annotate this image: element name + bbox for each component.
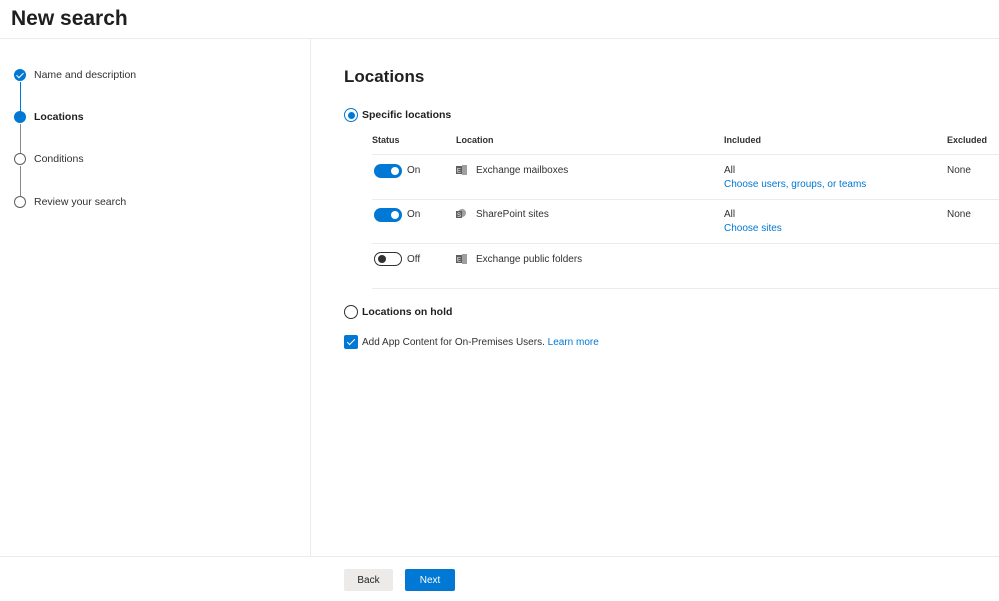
sidebar-divider: [310, 39, 311, 557]
row-divider: [372, 199, 999, 200]
back-button[interactable]: Back: [344, 569, 393, 591]
section-title: Locations: [344, 67, 425, 86]
next-button[interactable]: Next: [405, 569, 455, 591]
exchange-icon: E: [456, 165, 467, 175]
location-name: Exchange mailboxes: [476, 165, 569, 176]
radio-unchecked-icon[interactable]: [344, 305, 358, 319]
svg-text:E: E: [457, 258, 461, 264]
header-divider: [0, 38, 999, 39]
row-divider: [372, 288, 999, 289]
status-toggle[interactable]: [374, 208, 402, 222]
learn-more-link[interactable]: Learn more: [548, 337, 599, 348]
column-header-location: Location: [456, 135, 494, 145]
row-divider: [372, 243, 999, 244]
page-title: New search: [11, 7, 128, 30]
step-connector: [19, 124, 21, 154]
checkbox-label: Add App Content for On-Premises Users. L…: [362, 337, 599, 348]
radio-label: Specific locations: [362, 109, 452, 121]
location-name: SharePoint sites: [476, 209, 549, 220]
column-header-excluded: Excluded: [947, 135, 988, 145]
step-conditions[interactable]: Conditions: [14, 152, 84, 166]
step-pending-icon: [14, 153, 26, 165]
specific-locations-option[interactable]: Specific locations: [344, 108, 451, 122]
status-toggle[interactable]: [374, 252, 402, 266]
row-divider: [372, 154, 999, 155]
choose-sites-link[interactable]: Choose sites: [724, 223, 782, 234]
step-review-your-search[interactable]: Review your search: [14, 195, 126, 209]
status-text: On: [407, 165, 421, 176]
status-text: Off: [407, 254, 421, 265]
step-name-and-description[interactable]: Name and description: [14, 68, 136, 82]
step-label: Name and description: [34, 69, 137, 81]
step-current-icon: [14, 111, 26, 123]
status-toggle[interactable]: [374, 164, 402, 178]
svg-text:S: S: [457, 213, 461, 219]
column-header-status: Status: [372, 135, 400, 145]
checkbox-checked-icon[interactable]: [344, 335, 358, 349]
footer-divider: [0, 556, 999, 557]
step-pending-icon: [14, 196, 26, 208]
svg-text:E: E: [457, 169, 461, 175]
radio-label: Locations on hold: [362, 306, 453, 318]
location-name: Exchange public folders: [476, 254, 583, 265]
step-label: Locations: [34, 111, 84, 123]
locations-on-hold-option[interactable]: Locations on hold: [344, 305, 452, 319]
step-label: Conditions: [34, 153, 84, 165]
included-value: All: [724, 209, 736, 220]
step-locations[interactable]: Locations: [14, 110, 84, 124]
included-value: All: [724, 165, 736, 176]
choose-users-link[interactable]: Choose users, groups, or teams: [724, 179, 866, 190]
sharepoint-icon: S: [456, 209, 467, 219]
excluded-value: None: [947, 209, 971, 220]
radio-checked-icon[interactable]: [344, 108, 358, 122]
step-connector: [19, 82, 21, 112]
app-content-text: Add App Content for On-Premises Users.: [362, 336, 545, 348]
column-header-included: Included: [724, 135, 762, 145]
step-complete-icon: [14, 69, 26, 81]
app-content-option[interactable]: Add App Content for On-Premises Users. L…: [344, 335, 599, 349]
excluded-value: None: [947, 165, 971, 176]
step-connector: [19, 166, 21, 196]
exchange-icon: E: [456, 254, 467, 264]
status-text: On: [407, 209, 421, 220]
step-label: Review your search: [34, 196, 127, 208]
